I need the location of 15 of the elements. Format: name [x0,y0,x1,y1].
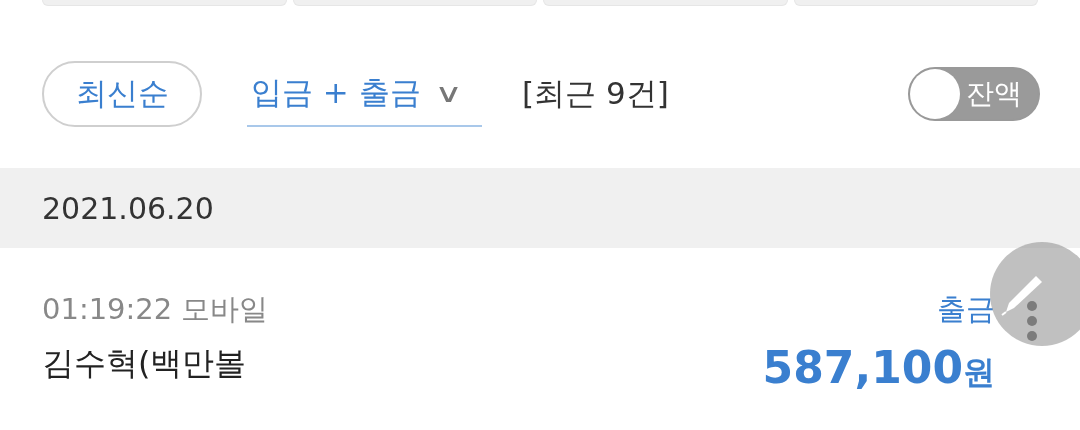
transaction-name: 김수혁(백만볼 [42,343,247,384]
currency-unit: 원 [963,352,995,393]
tab[interactable] [292,0,537,6]
transaction-amount: 587,100 [762,342,963,393]
transaction-time: 01:19:22 모바일 [42,291,269,328]
tab[interactable] [42,0,287,6]
tab[interactable] [793,0,1038,6]
transaction-type: 출금 [937,291,995,328]
more-icon[interactable] [1026,300,1038,342]
balance-toggle[interactable]: 잔액 [908,67,1040,121]
sort-button[interactable]: 최신순 [42,61,202,127]
count-label: [최근 9건] [522,74,669,113]
date-text: 2021.06.20 [42,190,214,226]
tab[interactable] [543,0,788,6]
filter-dropdown[interactable]: 입금 + 출금 ∨ [247,61,482,127]
